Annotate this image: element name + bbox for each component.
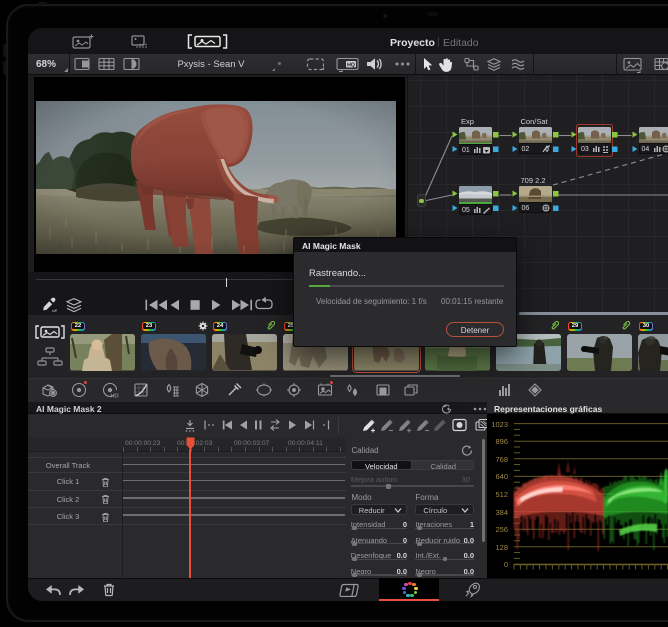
svg-text:HDR: HDR <box>111 394 120 400</box>
svg-text:HQ: HQ <box>347 62 355 68</box>
